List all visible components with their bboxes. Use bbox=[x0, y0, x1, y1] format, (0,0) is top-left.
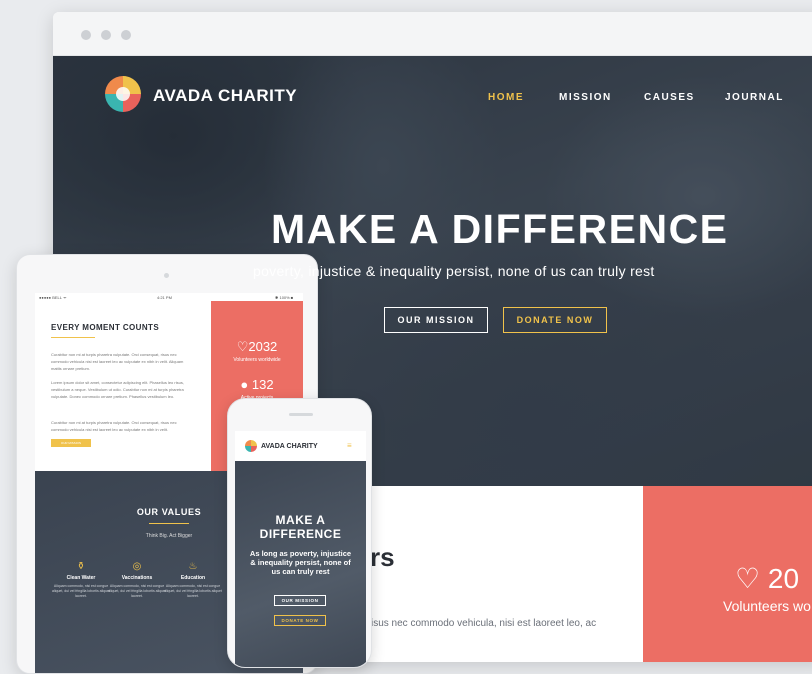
phone-mockup: AVADA CHARITY ≡ MAKE A DIFFERENCE As lon… bbox=[227, 398, 372, 668]
value-label: Vaccinations bbox=[121, 575, 153, 581]
stats-panel: ♡ 20 Volunteers wo bbox=[643, 486, 812, 662]
paragraph: Curabitur non mi at turpis pharetra vulp… bbox=[51, 352, 184, 371]
logo-icon[interactable] bbox=[245, 440, 257, 452]
status-carrier: ●●●●● BELL ᯤ bbox=[39, 295, 67, 300]
camera-dot bbox=[164, 273, 169, 278]
hero-title: MAKE A DIFFERENCE bbox=[271, 206, 729, 252]
button-label: OUR MISSION bbox=[60, 441, 82, 445]
value-text: Aliquam commodo, nisi est congue aliquet… bbox=[108, 584, 166, 598]
donate-now-button[interactable]: DONATE NOW bbox=[503, 307, 607, 333]
water-icon: ⚱ bbox=[76, 561, 86, 572]
value-text: Aliquam commodo, nisi est congue aliquet… bbox=[164, 584, 222, 598]
phone-hero: MAKE A DIFFERENCE As long as poverty, in… bbox=[235, 461, 366, 667]
values-underline bbox=[149, 523, 189, 524]
nav-causes[interactable]: CAUSES bbox=[644, 92, 695, 103]
donate-now-button[interactable]: DONATE NOW bbox=[274, 615, 326, 626]
hero-subtitle: As long as poverty, injustice & inequali… bbox=[249, 549, 352, 576]
volunteers-label: Volunteers wo bbox=[723, 598, 811, 614]
nav-journal[interactable]: JOURNAL bbox=[725, 92, 784, 103]
section-body-text: isus nec commodo vehicula, nisi est laor… bbox=[371, 618, 597, 629]
volunteers-stat: ♡ 20 bbox=[735, 563, 800, 594]
brand-name[interactable]: AVADA CHARITY bbox=[261, 443, 318, 450]
vaccination-icon: ◎ bbox=[132, 561, 142, 572]
nav-home[interactable]: HOME bbox=[488, 92, 524, 103]
browser-chrome bbox=[53, 12, 812, 56]
phone-screen: AVADA CHARITY ≡ MAKE A DIFFERENCE As lon… bbox=[235, 431, 366, 667]
education-icon: ♨ bbox=[188, 561, 198, 572]
globe-icon: ● bbox=[240, 377, 249, 392]
window-dot bbox=[121, 30, 131, 40]
window-dot bbox=[81, 30, 91, 40]
value-item: ◎ Vaccinations Aliquam commodo, nisi est… bbox=[107, 561, 167, 599]
value-item: ♨ Education Aliquam commodo, nisi est co… bbox=[163, 561, 223, 599]
window-dot bbox=[101, 30, 111, 40]
nav-mission[interactable]: MISSION bbox=[559, 92, 612, 103]
our-mission-button[interactable]: OUR MISSION bbox=[384, 307, 488, 333]
paragraph: Lorem ipsum dolor sit amet, consectetur … bbox=[51, 380, 184, 399]
section-title: EVERY MOMENT COUNTS bbox=[51, 323, 160, 332]
volunteers-label: Volunteers worldwide bbox=[233, 357, 281, 363]
our-mission-button[interactable]: OUR MISSION bbox=[274, 595, 326, 606]
status-battery: ✱ 100% ■ bbox=[275, 295, 294, 300]
section-heading: rs bbox=[370, 542, 395, 572]
value-text: Aliquam commodo, nisi est congue aliquet… bbox=[52, 584, 110, 598]
our-mission-button[interactable]: OUR MISSION bbox=[51, 439, 91, 447]
status-time: 4:21 PM bbox=[157, 295, 172, 300]
value-label: Education bbox=[180, 575, 206, 581]
volunteers-stat: ♡2032 bbox=[236, 339, 278, 354]
phone-speaker bbox=[289, 413, 313, 416]
value-item: ⚱ Clean Water Aliquam commodo, nisi est … bbox=[51, 561, 111, 599]
projects-stat: ● 132 bbox=[211, 377, 303, 392]
title-underline bbox=[51, 337, 95, 338]
hamburger-menu-icon[interactable]: ≡ bbox=[347, 441, 352, 450]
projects-value: 132 bbox=[251, 377, 274, 392]
paragraph: Curabitur non mi at turpis pharetra vulp… bbox=[51, 420, 177, 432]
logo-icon[interactable] bbox=[105, 76, 141, 112]
hero-title: MAKE A DIFFERENCE bbox=[259, 513, 342, 541]
hero-subtitle: poverty, injustice & inequality persist,… bbox=[253, 263, 655, 279]
value-label: Clean Water bbox=[66, 575, 96, 581]
brand-name[interactable]: AVADA CHARITY bbox=[153, 86, 297, 106]
